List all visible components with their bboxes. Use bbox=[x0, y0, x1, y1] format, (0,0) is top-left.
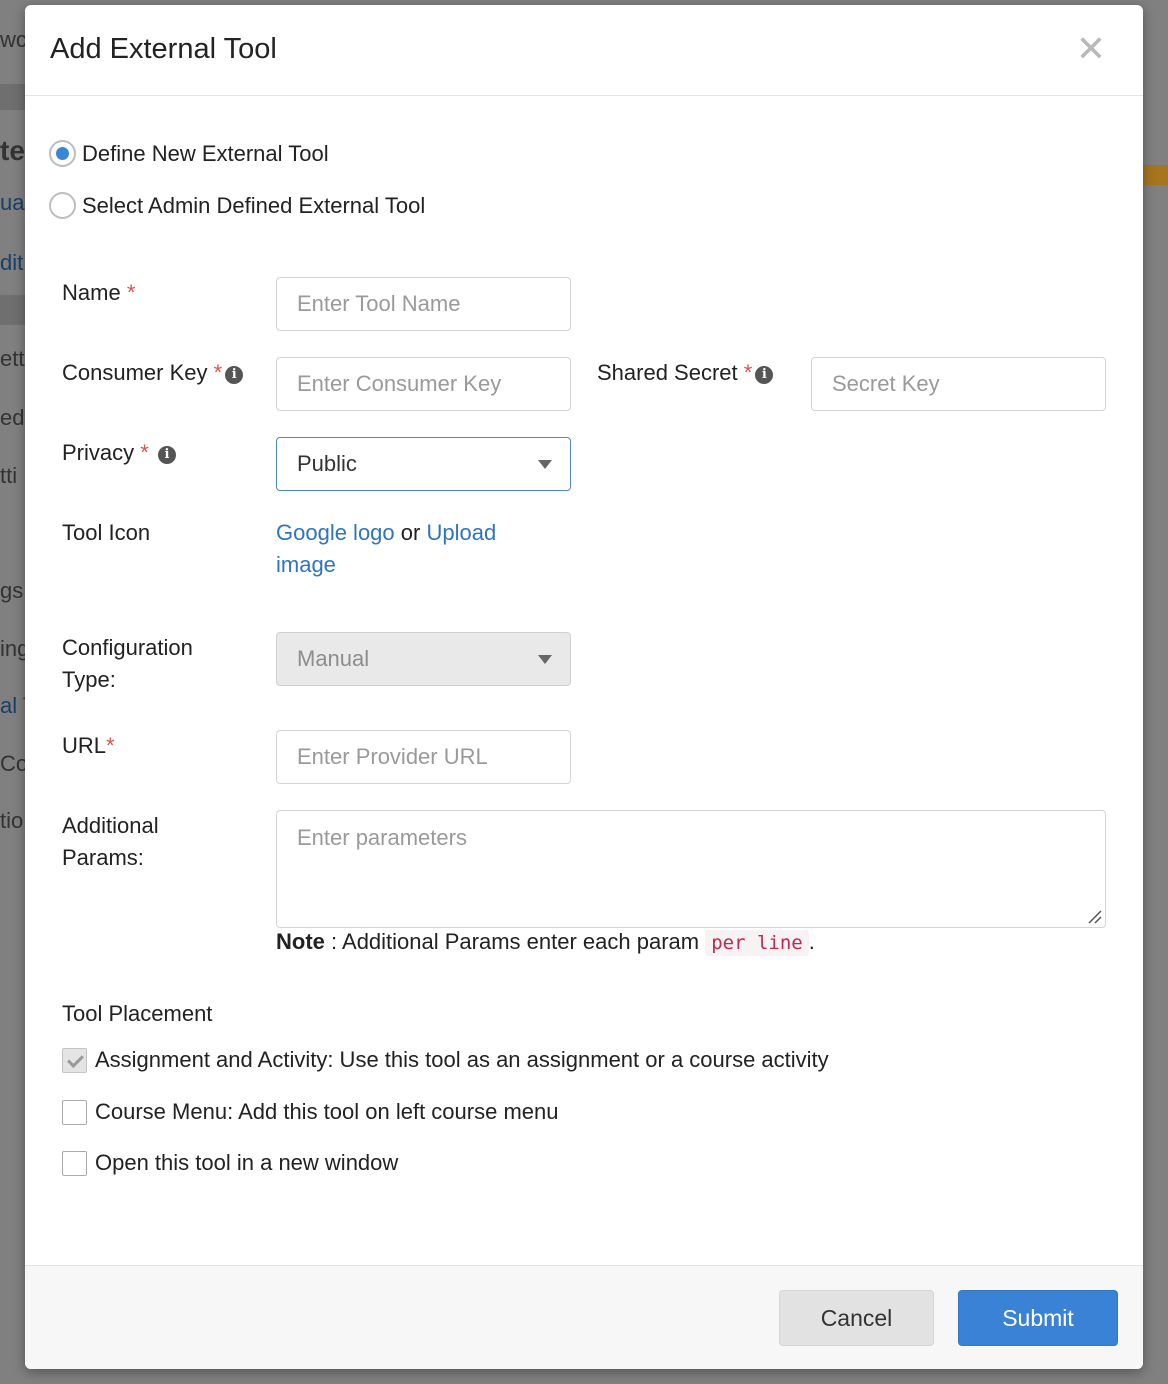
privacy-label: Privacy * i bbox=[62, 437, 176, 469]
note-code: per line bbox=[705, 930, 809, 956]
params-label-line: Params: bbox=[62, 845, 144, 870]
name-label: Name * bbox=[62, 277, 135, 309]
modal-header: Add External Tool ✕ bbox=[25, 5, 1143, 96]
radio-define-new-tool[interactable]: Define New External Tool bbox=[49, 140, 329, 167]
privacy-select-value: Public bbox=[297, 451, 357, 476]
info-icon[interactable]: i bbox=[225, 366, 244, 384]
background-fragment: dit bbox=[0, 250, 24, 275]
shared-secret-label-text: Shared Secret bbox=[597, 360, 738, 385]
chevron-down-icon bbox=[538, 460, 552, 469]
required-marker: * bbox=[106, 733, 115, 758]
shared-secret-label: Shared Secret * i bbox=[597, 357, 774, 389]
configuration-type-select: Manual bbox=[276, 632, 571, 686]
upload-link-text: Upload bbox=[426, 520, 497, 545]
cancel-button[interactable]: Cancel bbox=[779, 1290, 934, 1346]
params-label-line: Additional bbox=[62, 813, 159, 838]
consumer-key-label-text: Consumer Key bbox=[62, 360, 208, 385]
privacy-select[interactable]: Public bbox=[276, 437, 571, 491]
background-fragment: ua bbox=[0, 190, 25, 215]
name-label-text: Name bbox=[62, 280, 121, 305]
radio-select-admin-tool[interactable]: Select Admin Defined External Tool bbox=[49, 192, 425, 219]
chevron-down-icon bbox=[538, 655, 552, 664]
background-fragment: ed bbox=[0, 405, 25, 430]
checkbox bbox=[62, 1047, 87, 1073]
background-fragment: te bbox=[0, 135, 25, 166]
shared-secret-input[interactable] bbox=[811, 357, 1106, 411]
placement-course-menu[interactable]: Course Menu: Add this tool on left cours… bbox=[62, 1099, 558, 1125]
checkbox-label: Course Menu: Add this tool on left cours… bbox=[95, 1099, 559, 1124]
note-end: . bbox=[808, 929, 815, 954]
required-marker: * bbox=[743, 360, 753, 385]
configuration-type-label: Configuration Type: bbox=[62, 632, 193, 696]
required-marker: * bbox=[126, 280, 136, 305]
modal-footer: Cancel Submit bbox=[25, 1265, 1143, 1369]
background-fragment: wc bbox=[0, 27, 26, 52]
info-icon[interactable]: i bbox=[157, 446, 176, 464]
privacy-label-text: Privacy bbox=[62, 440, 135, 465]
resize-handle-icon[interactable] bbox=[1087, 909, 1103, 925]
submit-button[interactable]: Submit bbox=[958, 1290, 1118, 1346]
background-fragment: Co bbox=[0, 751, 26, 776]
checkbox-label: Assignment and Activity: Use this tool a… bbox=[95, 1047, 829, 1072]
background-fragment: tio bbox=[0, 808, 24, 833]
radio-button[interactable] bbox=[49, 192, 76, 219]
placement-open-new-window[interactable]: Open this tool in a new window bbox=[62, 1150, 398, 1176]
background-header-bar bbox=[0, 84, 26, 110]
background-section-bar bbox=[0, 295, 26, 325]
background-fragment: tti bbox=[0, 463, 18, 488]
radio-button[interactable] bbox=[49, 140, 76, 167]
required-marker: * bbox=[213, 360, 223, 385]
radio-label: Select Admin Defined External Tool bbox=[82, 192, 426, 218]
config-label-line: Configuration bbox=[62, 635, 193, 660]
checkbox-label: Open this tool in a new window bbox=[95, 1150, 399, 1175]
modal-title: Add External Tool bbox=[50, 33, 277, 65]
add-external-tool-modal: Add External Tool ✕ Define New External … bbox=[25, 5, 1143, 1369]
configuration-type-value: Manual bbox=[297, 646, 370, 671]
config-label-line: Type: bbox=[62, 667, 116, 692]
tool-placement-heading: Tool Placement bbox=[62, 1001, 213, 1026]
or-text: or bbox=[400, 520, 421, 545]
params-note: Note : Additional Params enter each para… bbox=[276, 929, 815, 956]
tool-icon-label: Tool Icon bbox=[62, 520, 151, 545]
close-icon[interactable]: ✕ bbox=[1075, 31, 1107, 67]
additional-params-label: Additional Params: bbox=[62, 810, 159, 874]
upload-link-text: image bbox=[276, 552, 336, 577]
checkbox[interactable] bbox=[62, 1099, 87, 1125]
google-logo-link[interactable]: Google logo bbox=[276, 520, 395, 545]
background-fragment: al T bbox=[0, 693, 26, 718]
required-marker: * bbox=[140, 440, 149, 465]
radio-label: Define New External Tool bbox=[82, 140, 329, 166]
background-fragment: gs bbox=[0, 578, 24, 603]
tool-name-input[interactable] bbox=[276, 277, 571, 331]
info-icon[interactable]: i bbox=[755, 366, 774, 384]
provider-url-input[interactable] bbox=[276, 730, 571, 784]
consumer-key-input[interactable] bbox=[276, 357, 571, 411]
background-fragment: ing bbox=[0, 636, 26, 661]
note-label: Note bbox=[276, 929, 325, 954]
background-fragment: etti bbox=[0, 346, 26, 371]
tool-icon-options: Google logo or Upload image bbox=[276, 517, 576, 581]
note-text: : Additional Params enter each param bbox=[324, 929, 706, 954]
url-label-text: URL bbox=[62, 733, 107, 758]
checkbox[interactable] bbox=[62, 1150, 87, 1176]
url-label: URL* bbox=[62, 730, 115, 762]
additional-params-textarea[interactable] bbox=[276, 810, 1106, 928]
consumer-key-label: Consumer Key * i bbox=[62, 357, 244, 389]
placement-assignment-activity: Assignment and Activity: Use this tool a… bbox=[62, 1047, 829, 1073]
background-accent-bar bbox=[1143, 165, 1168, 185]
